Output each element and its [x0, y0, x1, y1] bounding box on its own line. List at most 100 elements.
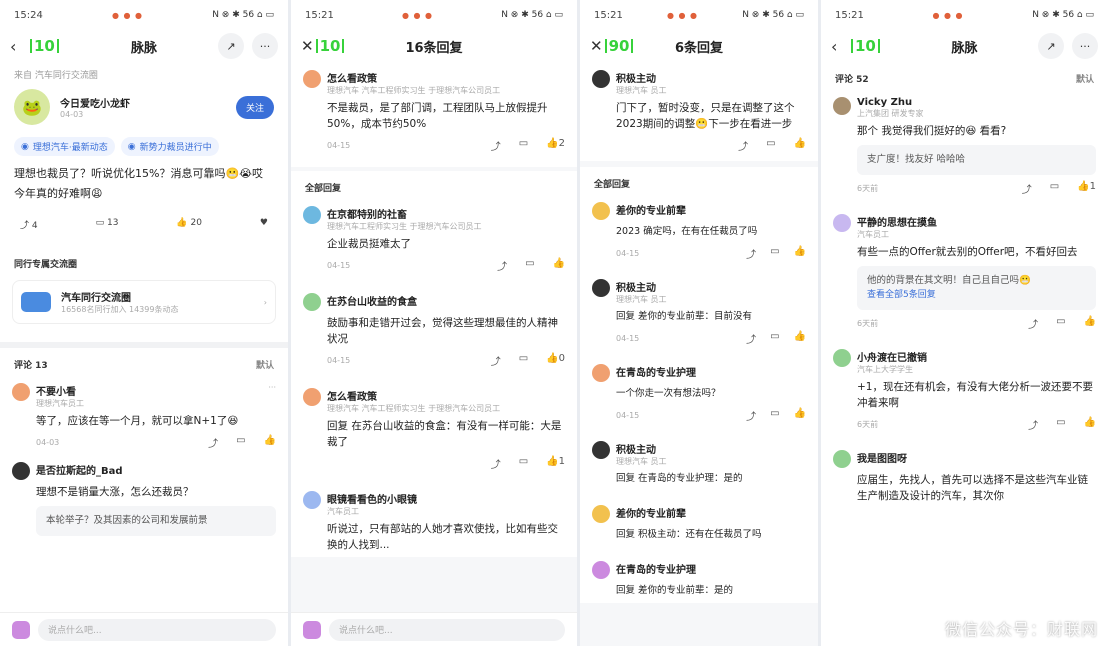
- comment-author[interactable]: 是否拉斯起的_Bad: [36, 462, 123, 477]
- sort-toggle[interactable]: 默认: [1076, 72, 1094, 85]
- thumbs-up-icon[interactable]: 👍: [1084, 316, 1096, 331]
- thumbs-up-icon[interactable]: 👍: [553, 258, 565, 273]
- more-icon[interactable]: ···: [1072, 33, 1098, 59]
- avatar[interactable]: [592, 364, 610, 382]
- share-icon[interactable]: ⤴: [746, 246, 756, 261]
- thumbs-up-icon[interactable]: 👍: [1084, 417, 1096, 432]
- comment-icon[interactable]: ▭: [519, 353, 528, 368]
- avatar[interactable]: [303, 388, 321, 406]
- avatar[interactable]: [833, 214, 851, 232]
- comment-icon[interactable]: ▭: [519, 456, 528, 471]
- avatar[interactable]: [592, 441, 610, 459]
- like-button[interactable]: 👍2: [546, 138, 565, 153]
- quote-box[interactable]: 他的的背景在其文明！自己且自己吗😬 查看全部5条回复: [857, 266, 1096, 310]
- avatar[interactable]: [303, 293, 321, 311]
- user-avatar[interactable]: [303, 620, 321, 639]
- avatar[interactable]: [592, 70, 610, 88]
- avatar[interactable]: [592, 279, 610, 297]
- quote-box[interactable]: 本轮举子？及其因素的公司和发展前景: [36, 506, 276, 536]
- quote-box[interactable]: 支广度！找友好 哈哈哈: [857, 145, 1096, 175]
- avatar[interactable]: [833, 450, 851, 468]
- share-icon[interactable]: ⤴: [491, 138, 501, 153]
- avatar[interactable]: [592, 505, 610, 523]
- like-button[interactable]: 👍1: [1077, 181, 1096, 196]
- share-count[interactable]: ⤴ 4: [20, 218, 38, 231]
- user-avatar[interactable]: [12, 620, 30, 639]
- reply-author[interactable]: 在青岛的专业护理: [616, 364, 696, 379]
- avatar[interactable]: [833, 349, 851, 367]
- comment-icon[interactable]: ▭: [236, 435, 245, 450]
- back-icon[interactable]: ‹: [10, 37, 28, 56]
- like-button[interactable]: 👍1: [546, 456, 565, 471]
- avatar[interactable]: [12, 462, 30, 480]
- share-icon[interactable]: ⤴: [1022, 181, 1032, 196]
- sort-toggle[interactable]: 默认: [256, 358, 274, 371]
- view-all-replies-link[interactable]: 查看全部5条回复: [867, 288, 1086, 302]
- reply-author[interactable]: 在苏台山收益的食盒: [327, 293, 417, 308]
- share-icon[interactable]: ⤴: [1028, 316, 1038, 331]
- share-icon[interactable]: ⤴: [491, 353, 501, 368]
- comment-author[interactable]: 平静的思想在摸鱼: [857, 214, 937, 229]
- avatar[interactable]: [592, 202, 610, 220]
- avatar[interactable]: [303, 206, 321, 224]
- share-icon[interactable]: ⤴: [746, 408, 756, 423]
- close-icon[interactable]: ✕: [590, 37, 603, 55]
- share-icon[interactable]: ↗: [218, 33, 244, 59]
- comment-author[interactable]: Vicky Zhu: [857, 97, 924, 108]
- dislike-icon[interactable]: ♥: [260, 218, 268, 231]
- follow-button[interactable]: 关注: [235, 95, 274, 119]
- comment-count[interactable]: ▭ 13: [96, 218, 119, 231]
- comment-author[interactable]: 小舟渡在已撤销: [857, 349, 927, 364]
- comment-input[interactable]: 说点什么吧...: [329, 618, 565, 641]
- share-icon[interactable]: ⤴: [491, 456, 501, 471]
- comment-author[interactable]: 不要小看: [36, 383, 84, 398]
- topic-tag[interactable]: ◉ 新势力裁员进行中: [120, 137, 219, 156]
- comment-icon[interactable]: ▭: [1056, 417, 1065, 432]
- comment-input[interactable]: 说点什么吧...: [38, 618, 276, 641]
- circle-card[interactable]: 汽车同行交流圈 16568名同行加入 14399条动态 ›: [12, 280, 276, 324]
- comment-icon[interactable]: ▭: [770, 331, 779, 346]
- share-icon[interactable]: ⤴: [1028, 417, 1038, 432]
- thumbs-up-icon[interactable]: 👍: [794, 246, 806, 261]
- share-icon[interactable]: ↗: [1038, 33, 1064, 59]
- reply-author[interactable]: 怎么看政策: [327, 388, 500, 403]
- topic-tag[interactable]: ◉ 理想汽车·最新动态: [14, 137, 115, 156]
- comment-icon[interactable]: ▭: [770, 246, 779, 261]
- thumbs-up-icon[interactable]: 👍: [794, 408, 806, 423]
- more-icon[interactable]: ···: [268, 383, 276, 392]
- like-button[interactable]: 👍0: [546, 353, 565, 368]
- share-icon[interactable]: ⤴: [738, 138, 748, 153]
- more-icon[interactable]: ···: [252, 33, 278, 59]
- thumbs-up-icon[interactable]: 👍: [794, 331, 806, 346]
- comment-author[interactable]: 怎么看政策: [327, 70, 500, 85]
- share-icon[interactable]: ⤴: [208, 435, 218, 450]
- post-author[interactable]: 今日爱吃小龙虾: [60, 95, 130, 110]
- reply-author[interactable]: 差你的专业前辈: [616, 202, 686, 217]
- comment-icon[interactable]: ▭: [770, 408, 779, 423]
- reply-author[interactable]: 积极主动: [616, 279, 667, 294]
- share-icon[interactable]: ⤴: [746, 331, 756, 346]
- reply-author[interactable]: 在青岛的专业护理: [616, 561, 696, 576]
- reply-author[interactable]: 眼镜看看色的小眼镜: [327, 491, 417, 506]
- thumbs-up-icon[interactable]: 👍: [794, 138, 806, 153]
- share-icon[interactable]: ⤴: [497, 258, 507, 273]
- like-count[interactable]: 👍 20: [176, 218, 202, 231]
- thumbs-up-icon[interactable]: 👍: [264, 435, 276, 450]
- comment-author[interactable]: 积极主动: [616, 70, 667, 85]
- comment-icon[interactable]: ▭: [525, 258, 534, 273]
- reply-author[interactable]: 积极主动: [616, 441, 667, 456]
- avatar[interactable]: [833, 97, 851, 115]
- avatar[interactable]: [592, 561, 610, 579]
- avatar[interactable]: [303, 491, 321, 509]
- back-icon[interactable]: ‹: [831, 37, 849, 56]
- comment-icon[interactable]: ▭: [1050, 181, 1059, 196]
- reply-author[interactable]: 在京都特别的社畜: [327, 206, 482, 221]
- avatar[interactable]: [303, 70, 321, 88]
- comment-icon[interactable]: ▭: [766, 138, 775, 153]
- reply-author[interactable]: 差你的专业前辈: [616, 505, 686, 520]
- comment-icon[interactable]: ▭: [1056, 316, 1065, 331]
- comment-icon[interactable]: ▭: [519, 138, 528, 153]
- close-icon[interactable]: ✕: [301, 37, 314, 55]
- comment-author[interactable]: 我是图图呀: [857, 450, 907, 465]
- avatar[interactable]: [12, 383, 30, 401]
